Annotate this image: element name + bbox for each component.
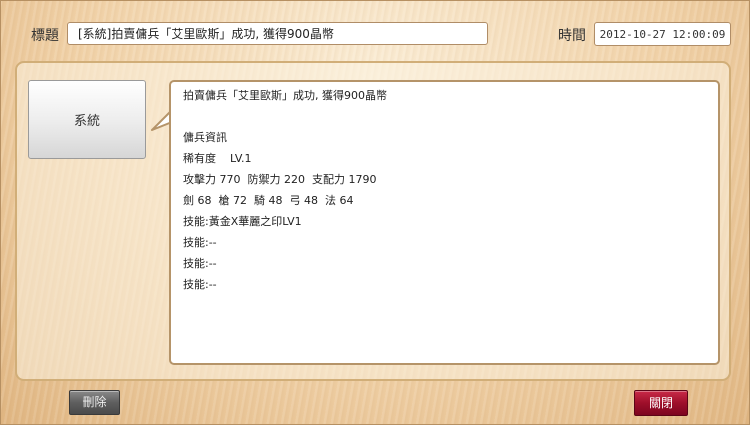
time-field: 2012-10-27 12:00:09 (594, 22, 731, 46)
sender-box: 系統 (28, 80, 146, 159)
title-label: 標題 (31, 28, 59, 44)
message-line (183, 109, 718, 130)
message-line: 稀有度 LV.1 (183, 152, 252, 165)
message-line: 攻擊力 770 防禦力 220 支配力 1790 (183, 173, 377, 186)
delete-button[interactable]: 刪除 (69, 390, 120, 415)
time-label: 時間 (558, 28, 586, 44)
message-line: 技能:-- (183, 236, 217, 249)
message-line: 技能:黃金X華麗之印LV1 (183, 215, 302, 228)
title-field: [系統]拍賣傭兵「艾里歐斯」成功, 獲得900晶幣 (67, 22, 488, 45)
sender-name: 系統 (73, 114, 100, 129)
message-line: 拍賣傭兵「艾里歐斯」成功, 獲得900晶幣 (183, 89, 387, 102)
message-body: 拍賣傭兵「艾里歐斯」成功, 獲得900晶幣 傭兵資訊 稀有度 LV.1 攻擊力 … (169, 80, 720, 365)
close-button[interactable]: 關閉 (634, 390, 688, 416)
message-line: 技能:-- (183, 278, 217, 291)
message-line: 傭兵資訊 (183, 131, 227, 144)
message-line: 技能:-- (183, 257, 217, 270)
message-line: 劍 68 槍 72 騎 48 弓 48 法 64 (183, 194, 354, 207)
